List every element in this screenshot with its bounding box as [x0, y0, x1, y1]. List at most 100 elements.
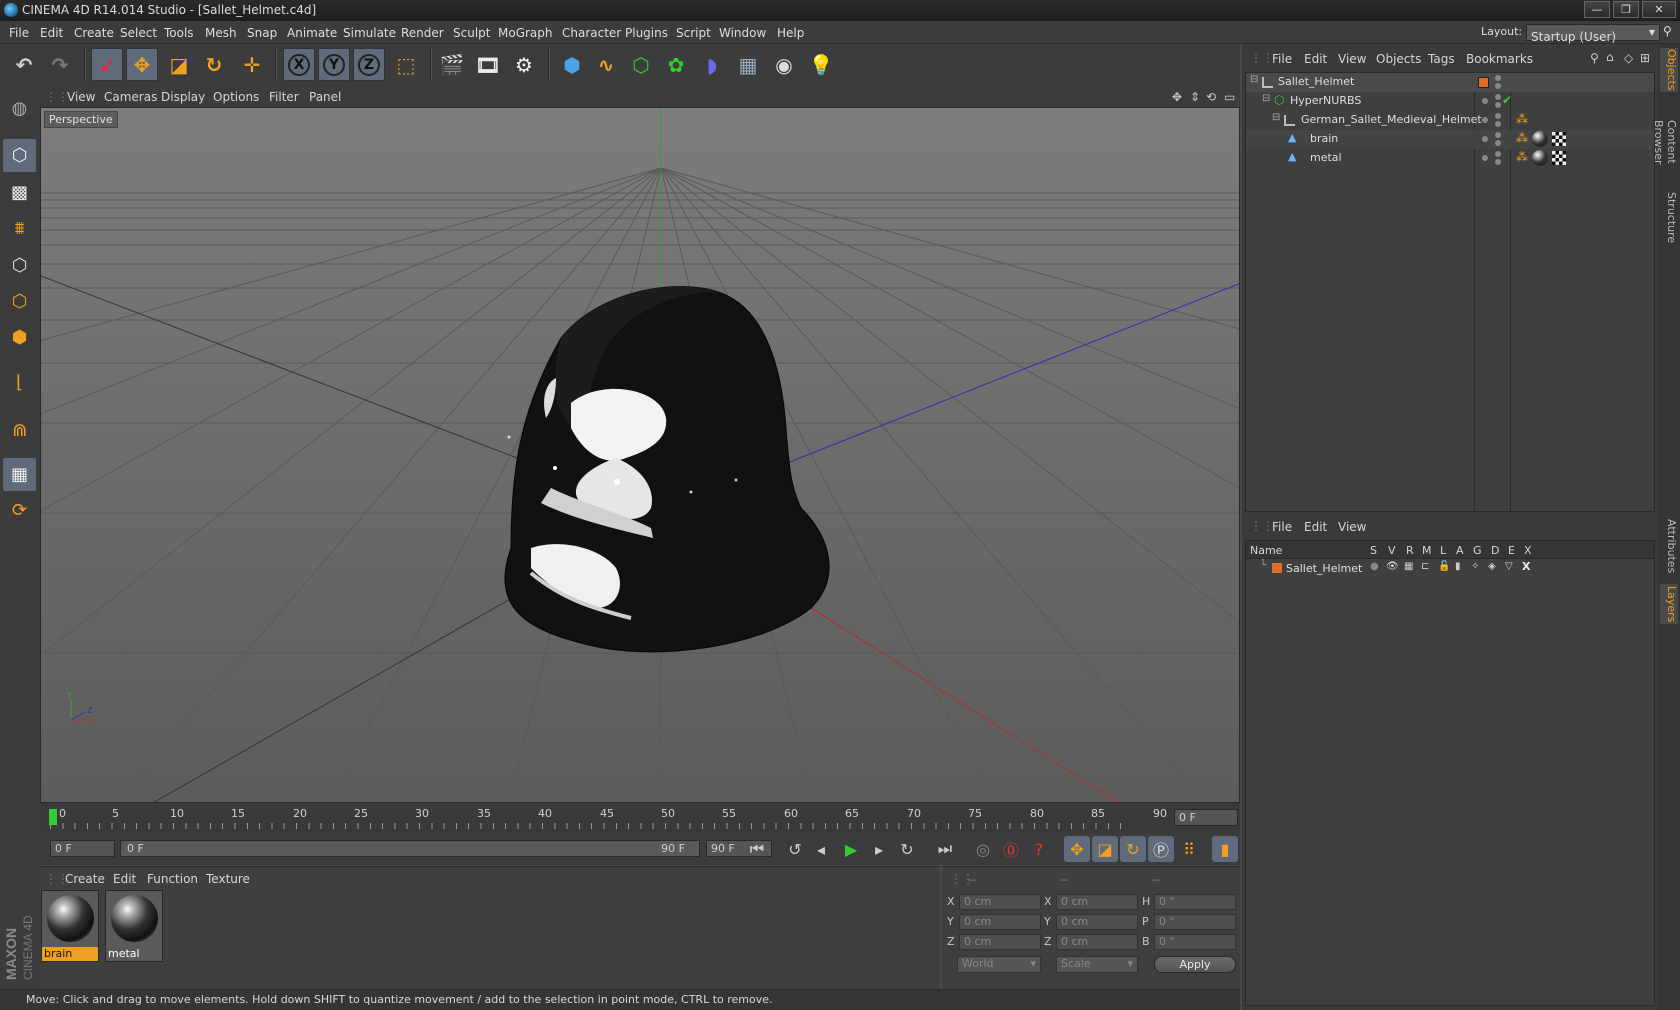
home-icon[interactable]: ⌂ [1606, 50, 1614, 64]
side-tab-structure[interactable]: Structure [1660, 192, 1678, 243]
material-menu-texture[interactable]: Texture [206, 872, 250, 886]
side-tab-content-browser[interactable]: Content Browser [1652, 100, 1678, 184]
layers-menu-file[interactable]: File [1272, 520, 1292, 534]
layers-menu-view[interactable]: View [1338, 520, 1366, 534]
view-toggle-icon[interactable]: 👁 [1386, 561, 1399, 572]
editor-visibility-dot[interactable] [1495, 75, 1501, 81]
preview-range-slider[interactable]: 0 F 90 F [120, 840, 700, 857]
magnet-icon[interactable]: ⋒ [3, 414, 36, 447]
render-toggle-icon[interactable]: ▦ [1404, 561, 1413, 572]
keyframe-selection-icon[interactable]: ? [1026, 836, 1052, 862]
polygons-mode-icon[interactable]: ⬢ [3, 321, 36, 354]
make-editable-icon[interactable]: ◍ [3, 92, 36, 125]
side-tab-attributes[interactable]: Attributes [1660, 516, 1678, 576]
lock-toggle-icon[interactable]: 🔓 [1438, 561, 1450, 572]
viewport-menu-filter[interactable]: Filter [269, 90, 299, 104]
layer-col-name[interactable]: Name [1250, 544, 1282, 557]
layer-col-solo[interactable]: S [1370, 544, 1377, 557]
viewport-menu-options[interactable]: Options [213, 90, 259, 104]
layer-col-deformers[interactable]: D [1491, 544, 1499, 557]
objects-menu-bookmarks[interactable]: Bookmarks [1466, 52, 1533, 66]
model-mode-icon[interactable]: ⬡ [3, 139, 36, 172]
visibility-dot[interactable] [1482, 136, 1488, 142]
uvw-tag-icon[interactable] [1552, 132, 1566, 146]
workplane-mode-icon[interactable]: ⩩ [3, 212, 36, 245]
scale-tool-icon[interactable]: ◪ [163, 48, 195, 81]
render-view-icon[interactable]: 🎬 [436, 48, 468, 81]
drag-handle-icon[interactable]: ⋮⋮ [1250, 519, 1274, 533]
layout-select[interactable]: Startup (User) ▾ [1526, 24, 1660, 44]
key-position-icon[interactable]: ✥ [1064, 836, 1090, 862]
material-thumbnail-metal[interactable]: metal [105, 890, 163, 962]
3d-viewport[interactable]: Perspective Y X Z [40, 107, 1240, 803]
timeline-scheme-icon[interactable]: ▮ [1212, 836, 1238, 862]
floor-environment-icon[interactable]: ▦ [732, 48, 764, 81]
menu-mograph[interactable]: MoGraph [498, 26, 553, 40]
drag-handle-icon[interactable]: ⋮⋮ [45, 90, 69, 104]
close-button[interactable]: ✕ [1642, 1, 1676, 18]
material-thumbnail-brain[interactable]: brain [41, 890, 99, 962]
expressions-toggle-icon[interactable]: ▽ [1505, 561, 1513, 572]
live-selection-icon[interactable]: ➹ [91, 48, 123, 81]
maximize-view-icon[interactable]: ▭ [1224, 90, 1235, 104]
axis-mode-icon[interactable]: ⌊ [3, 366, 36, 399]
menu-render[interactable]: Render [401, 26, 444, 40]
search-icon[interactable]: ⚲ [1663, 24, 1672, 38]
object-row-metal[interactable]: ▲ metal ⁂ [1246, 149, 1654, 168]
menu-simulate[interactable]: Simulate [343, 26, 396, 40]
material-tag-icon[interactable] [1532, 150, 1548, 166]
menu-window[interactable]: Window [719, 26, 766, 40]
visibility-dot[interactable] [1482, 155, 1488, 161]
rotate-tool-icon[interactable]: ↻ [198, 48, 230, 81]
menu-character[interactable]: Character [562, 26, 621, 40]
editor-visibility-dot[interactable] [1495, 151, 1501, 157]
layer-col-manager[interactable]: M [1422, 544, 1432, 557]
start-frame-field[interactable]: 0 F [50, 840, 115, 857]
camera-icon[interactable]: ◉ [768, 48, 800, 81]
position-z-field[interactable]: 0 cm [959, 934, 1041, 950]
menu-select[interactable]: Select [120, 26, 157, 40]
render-settings-icon[interactable]: ⚙ [508, 48, 540, 81]
x-axis-lock-button[interactable]: X [283, 48, 315, 81]
manager-toggle-icon[interactable]: ⊏ [1421, 561, 1429, 572]
layers-menu-edit[interactable]: Edit [1304, 520, 1327, 534]
size-z-field[interactable]: 0 cm [1056, 934, 1138, 950]
menu-file[interactable]: File [9, 26, 29, 40]
workplane-lock-icon[interactable]: ▦ [3, 458, 36, 491]
render-visibility-dot[interactable] [1495, 102, 1501, 108]
search-icon[interactable]: ⚲ [1590, 51, 1599, 65]
material-menu-create[interactable]: Create [65, 872, 105, 886]
layer-col-expressions[interactable]: E [1508, 544, 1515, 557]
render-picture-viewer-icon[interactable]: 🎞 [472, 48, 504, 81]
layer-col-view[interactable]: V [1388, 544, 1396, 557]
layer-col-generators[interactable]: G [1473, 544, 1482, 557]
go-to-start-icon[interactable]: ⏮ [744, 836, 770, 862]
y-axis-lock-button[interactable]: Y [318, 48, 350, 81]
visibility-dot[interactable] [1482, 117, 1488, 123]
previous-frame-icon[interactable]: ◂ [808, 836, 834, 862]
key-pla-icon[interactable]: ⠿ [1176, 836, 1202, 862]
layer-col-render[interactable]: R [1406, 544, 1414, 557]
play-icon[interactable]: ▶ [838, 836, 864, 862]
snap-icon[interactable]: ⟳ [3, 494, 36, 527]
orbit-view-icon[interactable]: ⟲ [1206, 90, 1216, 104]
minimize-button[interactable]: — [1584, 1, 1610, 18]
editor-visibility-dot[interactable] [1495, 132, 1501, 138]
enabled-check-icon[interactable]: ✔ [1502, 93, 1512, 107]
solo-toggle-icon[interactable]: ● [1370, 561, 1379, 572]
key-parameter-icon[interactable]: Ⓟ [1148, 836, 1174, 862]
layer-row[interactable]: └ Sallet_Helmet ● 👁 ▦ ⊏ 🔓 ▮ ✧ ◈ ▽ X [1246, 560, 1654, 577]
rotation-p-field[interactable]: 0 ° [1154, 914, 1236, 930]
mograph-cloner-icon[interactable]: ✿ [660, 48, 692, 81]
render-visibility-dot[interactable] [1495, 159, 1501, 165]
cube-primitive-icon[interactable]: ⬢ [556, 48, 588, 81]
current-frame-field[interactable]: 0 F [1174, 809, 1238, 826]
layer-browse-icon[interactable]: ◇ [1624, 51, 1633, 65]
collapse-icon[interactable]: ⊟ [1262, 93, 1270, 104]
objects-menu-edit[interactable]: Edit [1304, 52, 1327, 66]
visibility-dot[interactable] [1482, 98, 1488, 104]
timeline-ruler[interactable]: 0 5 10 15 20 25 30 35 40 45 50 55 60 65 … [40, 803, 1240, 833]
collapse-icon[interactable]: ⊟ [1272, 112, 1280, 123]
menu-edit[interactable]: Edit [40, 26, 63, 40]
menu-mesh[interactable]: Mesh [205, 26, 237, 40]
